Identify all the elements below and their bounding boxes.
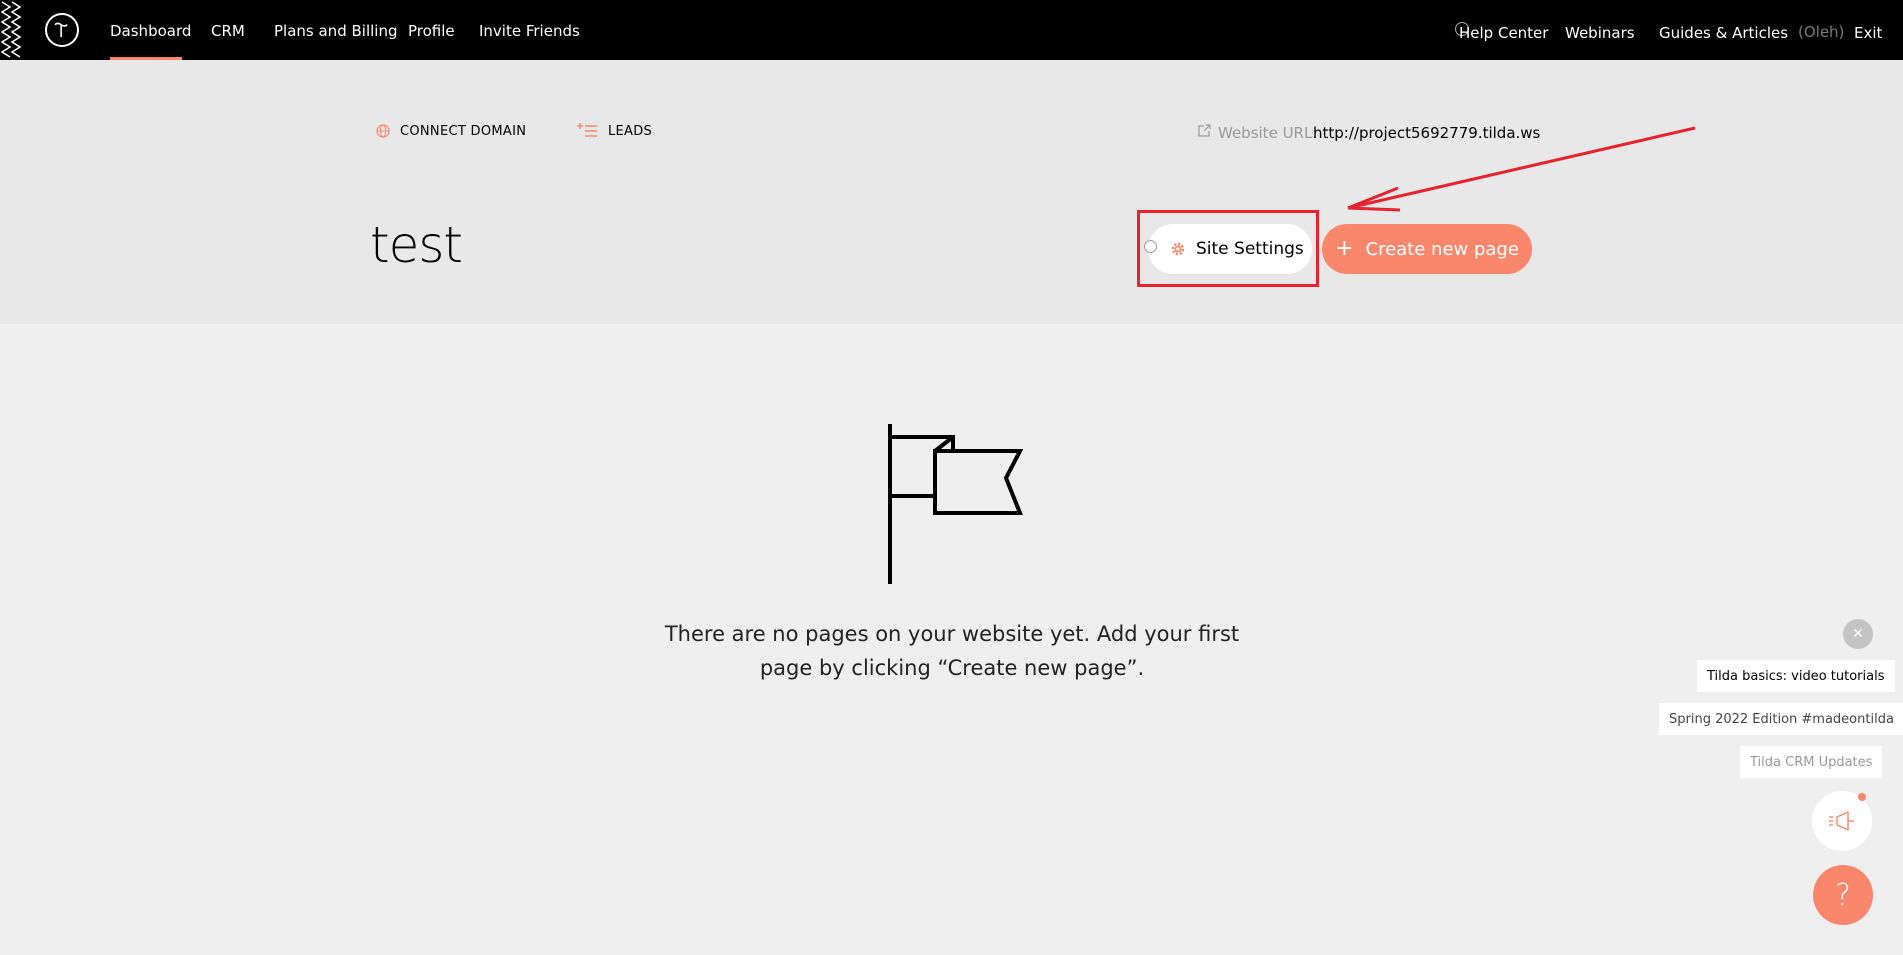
nav-item-invite-friends[interactable]: Invite Friends bbox=[479, 22, 580, 40]
globe-icon bbox=[376, 124, 390, 138]
project-title: test bbox=[370, 216, 463, 274]
connect-domain-link[interactable]: CONNECT DOMAIN bbox=[400, 124, 526, 139]
flag-icon bbox=[888, 424, 1024, 584]
nav-item-dashboard[interactable]: Dashboard bbox=[110, 22, 191, 40]
crm-updates-link[interactable]: Tilda CRM Updates bbox=[1740, 746, 1883, 778]
nav-exit[interactable]: Exit bbox=[1854, 24, 1882, 42]
edition-link[interactable]: Spring 2022 Edition #madeontilda bbox=[1659, 703, 1903, 735]
leads-list-icon bbox=[577, 123, 597, 137]
external-link-icon bbox=[1198, 124, 1211, 137]
help-button[interactable]: ? bbox=[1813, 865, 1873, 925]
nav-webinars[interactable]: Webinars bbox=[1565, 24, 1635, 42]
create-new-page-label: Create new page bbox=[1365, 238, 1519, 260]
annotation-highlight-box bbox=[1137, 210, 1319, 287]
empty-state-message: There are no pages on your website yet. … bbox=[664, 622, 1240, 680]
plus-icon: + bbox=[1335, 236, 1354, 261]
website-url-label: Website URL: bbox=[1218, 124, 1318, 142]
video-tutorials-link[interactable]: Tilda basics: video tutorials bbox=[1697, 660, 1895, 692]
nav-help-center[interactable]: Help Center bbox=[1459, 24, 1548, 42]
zigzag-pattern-icon bbox=[0, 1, 22, 58]
nav-item-crm[interactable]: CRM bbox=[211, 22, 245, 40]
tilda-logo-icon[interactable] bbox=[45, 13, 79, 47]
close-icon[interactable]: ✕ bbox=[1843, 619, 1873, 649]
megaphone-icon bbox=[1829, 811, 1854, 831]
nav-item-plans-and-billing[interactable]: Plans and Billing bbox=[274, 22, 397, 40]
leads-link[interactable]: LEADS bbox=[608, 124, 652, 139]
nav-item-profile[interactable]: Profile bbox=[408, 22, 455, 40]
question-mark-icon: ? bbox=[1835, 877, 1851, 913]
top-navigation-bar: Dashboard CRM Plans and Billing Profile … bbox=[0, 0, 1903, 60]
create-new-page-button[interactable]: + Create new page bbox=[1322, 224, 1532, 274]
nav-guides-articles[interactable]: Guides & Articles bbox=[1659, 24, 1788, 42]
annotation-arrow bbox=[1347, 126, 1696, 212]
notification-dot bbox=[1858, 793, 1866, 801]
user-name: (Oleh) bbox=[1798, 23, 1845, 41]
